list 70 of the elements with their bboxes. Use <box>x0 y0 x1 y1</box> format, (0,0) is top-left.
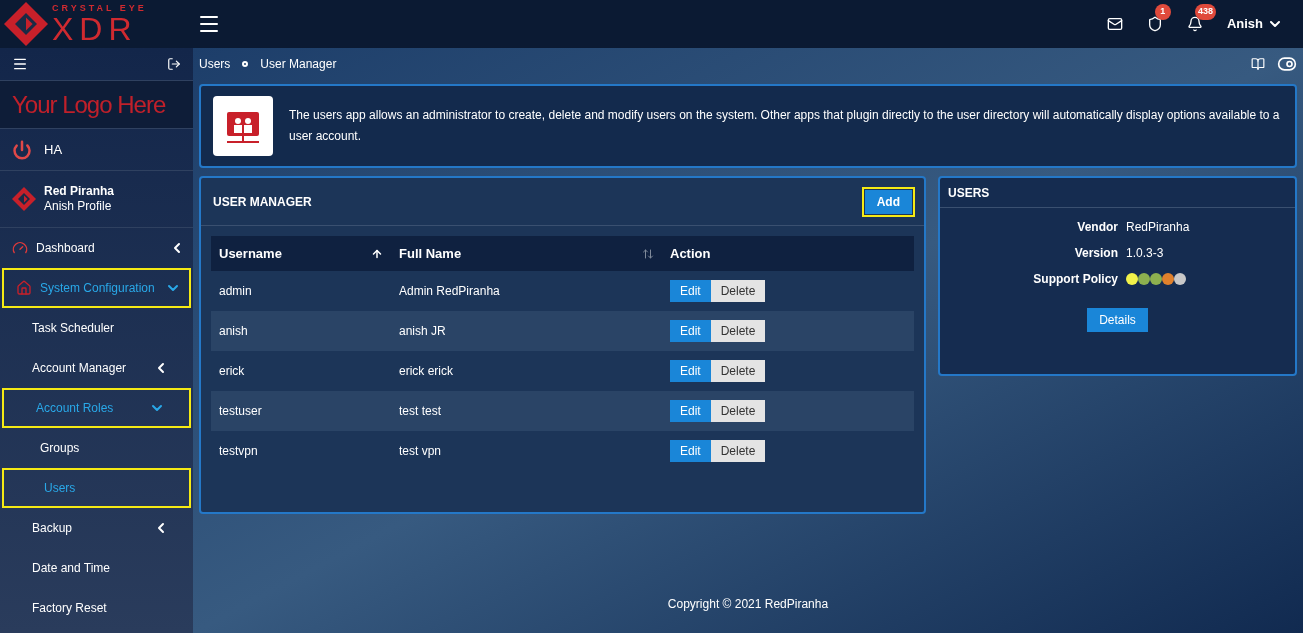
breadcrumb-separator-icon <box>242 61 249 67</box>
sidebar-item[interactable]: Account Roles <box>2 388 191 428</box>
notification-badge: 438 <box>1194 4 1216 20</box>
profile-name: Red Piranha <box>44 184 115 199</box>
sidebar-item[interactable]: Groups <box>0 428 193 468</box>
brand-logo-icon <box>4 2 48 46</box>
delete-button[interactable]: Delete <box>710 360 766 382</box>
brand-product: XDR <box>52 12 138 45</box>
sidebar-item[interactable]: Date and Time <box>0 548 193 588</box>
sort-icon[interactable] <box>642 247 654 260</box>
column-header[interactable]: Username <box>211 243 391 264</box>
sidebar-item[interactable]: Account Manager <box>0 348 193 388</box>
bell-icon[interactable] <box>1186 16 1203 32</box>
table-cell-text: erick erick <box>398 363 454 380</box>
edit-button[interactable]: Edit <box>670 360 711 382</box>
sidebar-item[interactable]: Backup <box>0 508 193 548</box>
sidebar-item[interactable]: Factory Reset <box>0 588 193 628</box>
toggle-icon[interactable] <box>1277 54 1297 74</box>
delete-button[interactable]: Delete <box>710 280 766 302</box>
logout-icon[interactable] <box>167 57 181 71</box>
table-cell-text: erick <box>218 363 246 380</box>
sidebar-item[interactable]: Dashboard <box>0 228 193 268</box>
field-value: 1.0.3-3 <box>1126 245 1165 262</box>
user-menu[interactable]: Anish <box>1226 14 1283 34</box>
menu-icon[interactable] <box>12 56 28 72</box>
breadcrumb-item[interactable]: Users <box>199 55 231 73</box>
edit-button[interactable]: Edit <box>670 440 711 462</box>
column-header[interactable]: Action <box>662 243 914 264</box>
copyright-text: Copyright © 2021 RedPiranha <box>667 596 829 613</box>
sidebar-item[interactable]: Users <box>2 468 191 508</box>
book-icon[interactable] <box>1251 57 1265 71</box>
logo-placeholder-text: Your Logo Here <box>12 89 166 120</box>
info-text: The users app allows an administrator to create, delete and modify users on the system. Other apps that plugin directly to the user directory will automatically display options available to a user account. <box>289 107 1281 145</box>
profile-subtitle: Anish Profile <box>44 199 113 214</box>
edit-button[interactable]: Edit <box>670 320 711 342</box>
power-icon <box>12 139 32 160</box>
delete-button[interactable]: Delete <box>710 440 766 462</box>
table-cell-text: test vpn <box>398 443 443 460</box>
table-cell-text: testuser <box>218 403 263 420</box>
details-button[interactable]: Details <box>1087 308 1148 332</box>
users-app-icon <box>213 96 273 156</box>
column-header[interactable]: Full Name <box>391 243 662 264</box>
panel-title: USER MANAGER <box>213 193 312 211</box>
table-cell-text: test test <box>398 403 443 420</box>
mail-icon[interactable] <box>1106 16 1123 32</box>
table-cell-text: anish JR <box>398 323 447 340</box>
field-value: RedPiranha <box>1126 219 1191 236</box>
home-icon <box>16 280 32 296</box>
brand-tagline: CRYSTAL EYE <box>52 3 147 13</box>
table-cell-text: Admin RedPiranha <box>398 283 501 300</box>
sidebar-item[interactable]: Task Scheduler <box>0 308 193 348</box>
breadcrumb-item: User Manager <box>260 56 337 73</box>
shield-icon[interactable] <box>1146 16 1163 32</box>
sort-ascending-icon[interactable] <box>371 247 383 260</box>
profile-logo-icon <box>12 187 36 211</box>
notification-badge: 1 <box>1154 4 1171 20</box>
edit-button[interactable]: Edit <box>670 400 711 422</box>
sidebar-item[interactable]: System Configuration <box>2 268 191 308</box>
add-button[interactable]: Add <box>864 189 912 214</box>
panel-title: USERS <box>948 184 990 202</box>
delete-button[interactable]: Delete <box>710 320 766 342</box>
table-cell-text: admin <box>218 283 253 300</box>
delete-button[interactable]: Delete <box>710 400 766 422</box>
table-cell-text: testvpn <box>218 443 259 460</box>
field-label: Support Policy <box>1032 271 1118 288</box>
field-label: Version <box>1073 245 1118 262</box>
edit-button[interactable]: Edit <box>670 280 711 302</box>
gauge-icon <box>12 240 28 256</box>
field-label: Vendor <box>1076 219 1118 236</box>
table-cell-text: anish <box>218 323 249 340</box>
